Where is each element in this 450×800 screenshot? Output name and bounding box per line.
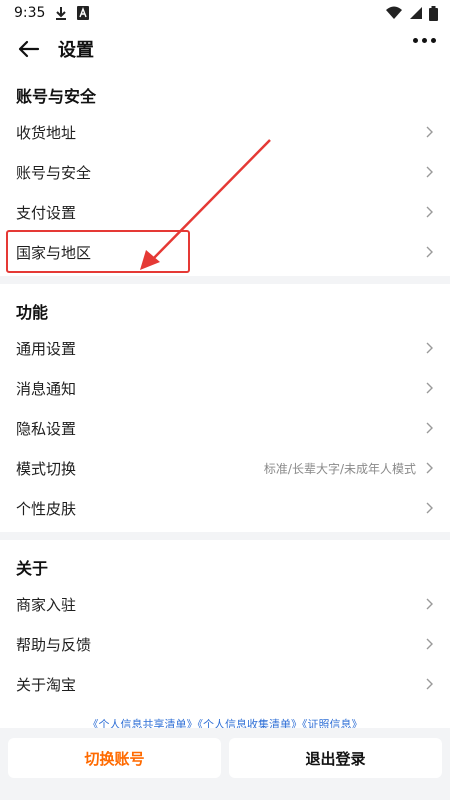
switch-account-button[interactable]: 切换账号 <box>8 738 221 778</box>
chevron-right-icon <box>426 502 433 514</box>
row-label: 通用设置 <box>16 339 77 358</box>
row-label: 隐私设置 <box>16 419 77 438</box>
row-skins[interactable]: 个性皮肤 <box>0 488 450 528</box>
row-about-taobao[interactable]: 关于淘宝 <box>0 664 450 704</box>
row-value: 标准/长辈大字/未成年人模式 <box>263 461 416 476</box>
row-privacy-settings[interactable]: 隐私设置 <box>0 408 450 448</box>
row-label: 个性皮肤 <box>16 499 77 518</box>
row-notifications[interactable]: 消息通知 <box>0 368 450 408</box>
chevron-right-icon <box>426 462 433 474</box>
chevron-right-icon <box>426 342 433 354</box>
section-divider <box>0 532 450 540</box>
row-label: 帮助与反馈 <box>16 635 92 654</box>
chevron-right-icon <box>426 382 433 394</box>
section-title-about: 关于 <box>16 559 49 578</box>
row-help-feedback[interactable]: 帮助与反馈 <box>0 624 450 664</box>
section-title-features: 功能 <box>16 303 49 322</box>
row-mode-switch[interactable]: 模式切换 标准/长辈大字/未成年人模式 <box>0 448 450 488</box>
row-general-settings[interactable]: 通用设置 <box>0 328 450 368</box>
row-merchant-join[interactable]: 商家入驻 <box>0 584 450 624</box>
row-label: 消息通知 <box>16 379 77 398</box>
bottom-action-bar: 切换账号 退出登录 <box>0 728 450 800</box>
chevron-right-icon <box>426 598 433 610</box>
row-label: 商家入驻 <box>16 595 77 614</box>
chevron-right-icon <box>426 638 433 650</box>
section-divider <box>0 276 450 284</box>
row-label: 模式切换 <box>16 459 77 478</box>
logout-button[interactable]: 退出登录 <box>229 738 442 778</box>
row-label: 关于淘宝 <box>16 675 77 694</box>
chevron-right-icon <box>426 422 433 434</box>
chevron-right-icon <box>426 678 433 690</box>
